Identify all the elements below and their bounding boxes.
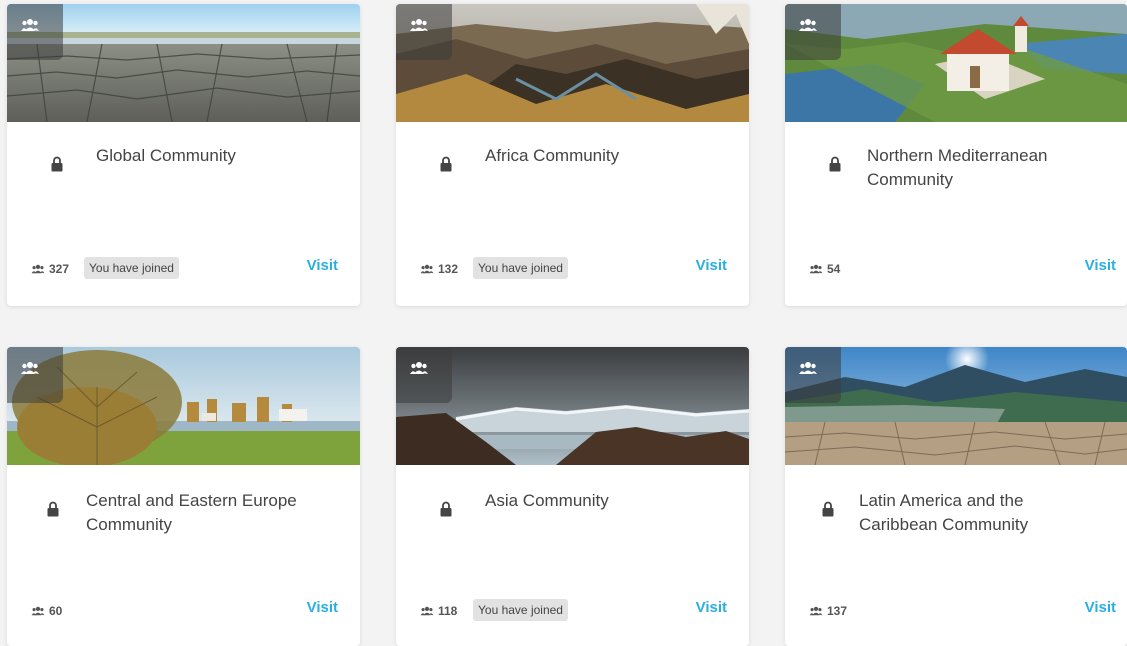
community-grid: Global Community 327 You have joined Vis… xyxy=(0,0,1127,646)
visit-button[interactable]: Visit xyxy=(1085,257,1116,274)
community-title: Asia Community xyxy=(485,491,609,510)
group-icon xyxy=(21,362,39,374)
members-icon xyxy=(420,606,434,616)
community-card: Africa Community 132 You have joined Vis… xyxy=(396,4,749,306)
community-image xyxy=(7,347,360,465)
group-icon xyxy=(799,362,817,374)
lock-icon xyxy=(829,156,841,172)
group-icon xyxy=(21,19,39,31)
lock-icon xyxy=(440,156,452,172)
group-icon xyxy=(410,19,428,31)
group-icon xyxy=(410,362,428,374)
community-title: Northern Mediterranean Community xyxy=(867,146,1048,189)
community-card: Asia Community 118 You have joined Visit xyxy=(396,347,749,646)
members-icon xyxy=(31,606,45,616)
members-icon xyxy=(31,264,45,274)
group-badge xyxy=(7,347,63,403)
community-card: Central and Eastern Europe Community 60 … xyxy=(7,347,360,646)
joined-badge: You have joined xyxy=(84,257,179,279)
members-icon xyxy=(809,264,823,274)
community-image xyxy=(396,4,749,122)
members-count: 132 xyxy=(438,262,459,276)
visit-button[interactable]: Visit xyxy=(307,599,338,616)
community-title: Central and Eastern Europe Community xyxy=(86,491,297,534)
community-card: Latin America and the Caribbean Communit… xyxy=(785,347,1127,646)
community-title: Latin America and the Caribbean Communit… xyxy=(859,491,1029,534)
community-title: Global Community xyxy=(96,146,236,165)
members-icon xyxy=(420,264,434,274)
community-image xyxy=(785,347,1127,465)
joined-badge: You have joined xyxy=(473,257,568,279)
group-badge xyxy=(785,4,841,60)
lock-icon xyxy=(47,501,59,517)
community-image xyxy=(7,4,360,122)
members-count: 327 xyxy=(49,262,70,276)
group-badge xyxy=(396,347,452,403)
members-count: 137 xyxy=(827,604,848,618)
visit-button[interactable]: Visit xyxy=(696,599,727,616)
community-card: Northern Mediterranean Community 54 Visi… xyxy=(785,4,1127,306)
visit-button[interactable]: Visit xyxy=(307,257,338,274)
community-image xyxy=(396,347,749,465)
community-title: Africa Community xyxy=(485,146,620,165)
visit-button[interactable]: Visit xyxy=(1085,599,1116,616)
members-icon xyxy=(809,606,823,616)
group-badge xyxy=(785,347,841,403)
members-count: 60 xyxy=(49,604,63,618)
group-badge xyxy=(7,4,63,60)
lock-icon xyxy=(440,501,452,517)
joined-badge: You have joined xyxy=(473,599,568,621)
group-icon xyxy=(799,19,817,31)
lock-icon xyxy=(51,156,63,172)
lock-icon xyxy=(822,501,834,517)
members-count: 118 xyxy=(438,604,458,618)
members-count: 54 xyxy=(827,262,841,276)
group-badge xyxy=(396,4,452,60)
visit-button[interactable]: Visit xyxy=(696,257,727,274)
community-card: Global Community 327 You have joined Vis… xyxy=(7,4,360,306)
community-image xyxy=(785,4,1127,122)
